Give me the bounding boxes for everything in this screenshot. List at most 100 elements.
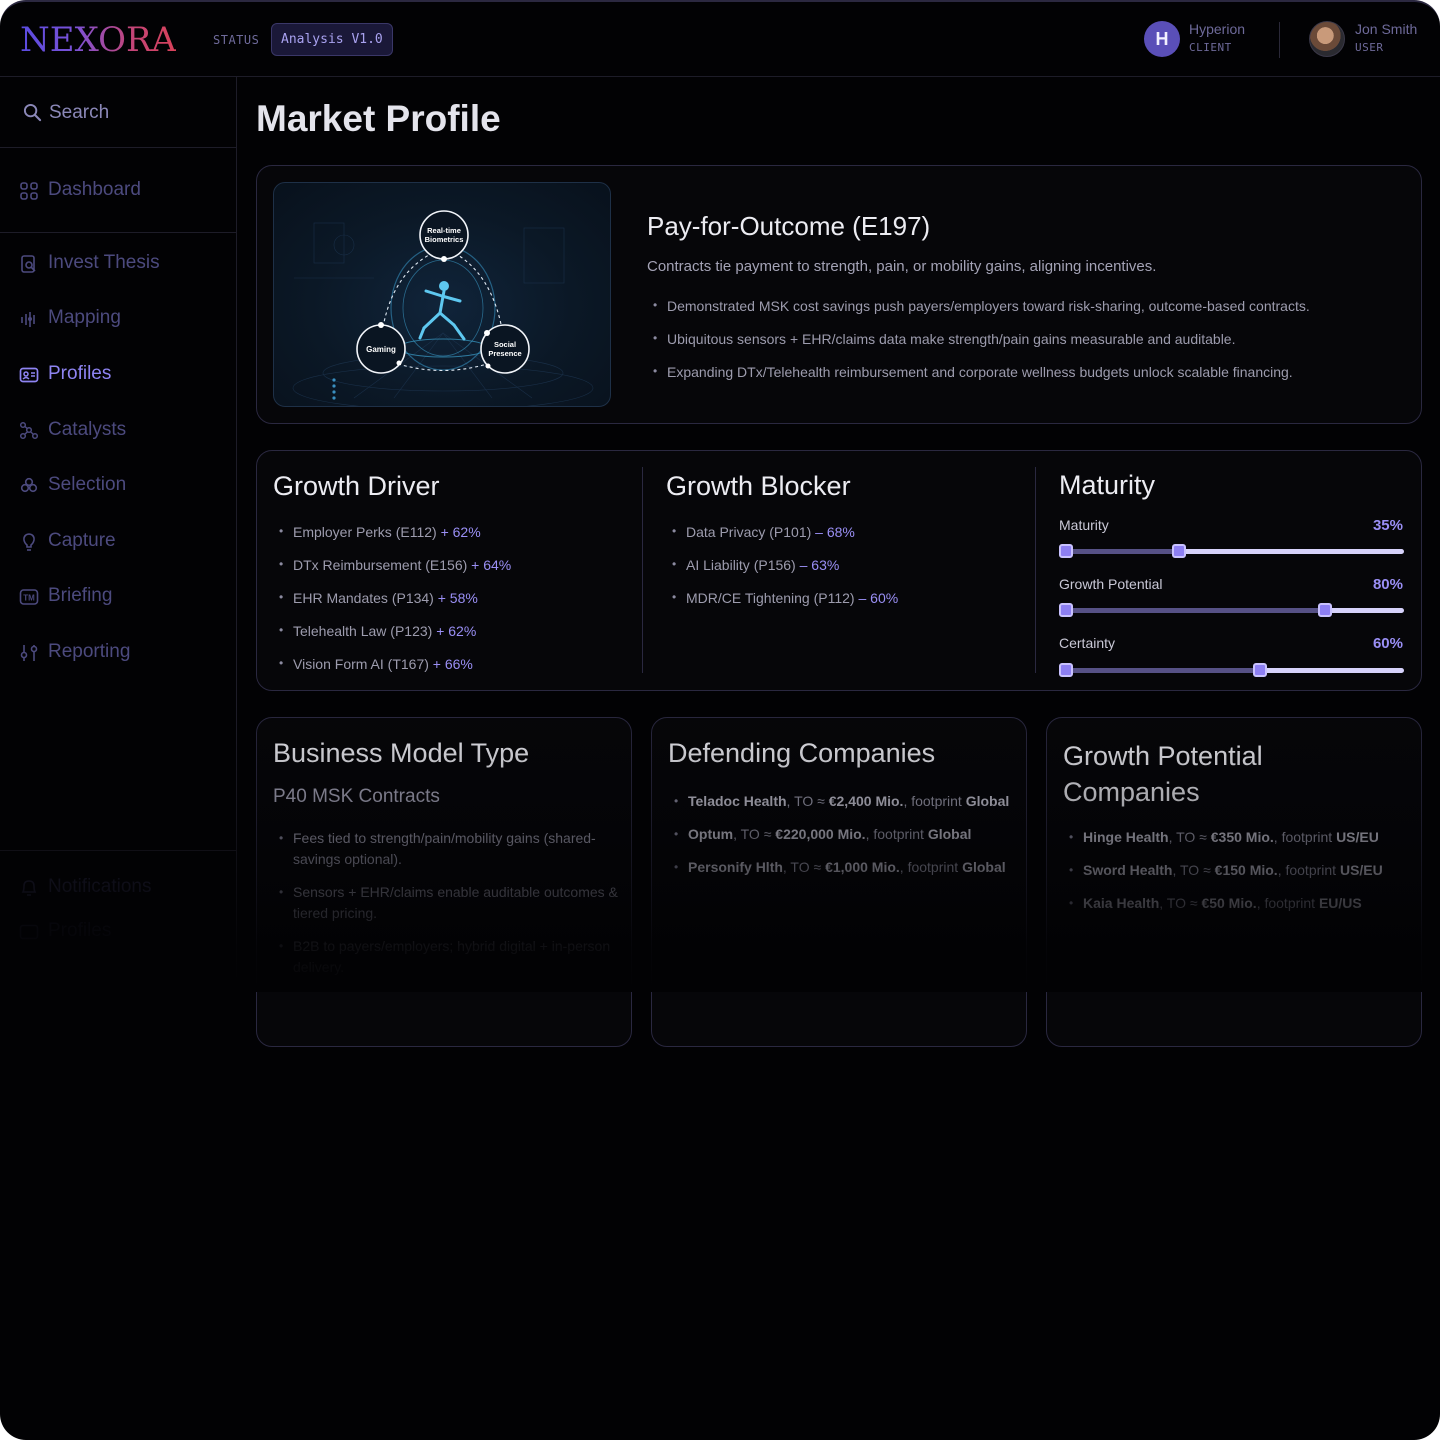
list-item: Personify Hlth, TO ≈ €1,000 Mio., footpr… [668,857,1013,878]
column-divider [642,467,643,673]
sidebar-item-profiles-bottom[interactable]: Profiles [0,912,236,952]
client-name[interactable]: Hyperion [1189,21,1245,37]
growth-potential-slider[interactable] [1059,603,1404,617]
client-avatar[interactable]: H [1144,21,1180,57]
list-item: Hinge Health, TO ≈ €350 Mio., footprint … [1063,827,1408,848]
sidebar-item-label: Reporting [48,641,131,662]
image-label-right: Social [494,340,516,349]
grid-icon [20,182,38,200]
list-item: B2B to payers/employers; hybrid digital … [273,936,618,978]
bell-icon [21,880,37,896]
hero-bullets: Demonstrated MSK cost savings push payer… [647,298,1310,397]
growth-blocker-title: Growth Blocker [666,471,851,501]
slider-fill [1066,549,1179,554]
slider-min-handle[interactable] [1059,544,1073,558]
sidebar-divider [0,850,236,851]
slider-value: 35% [1372,517,1403,534]
svg-text:TM: TM [23,594,35,603]
growth-companies-title: Growth Potential Companies [1063,741,1263,807]
sliders-icon [20,645,38,661]
list-item: Sensors + EHR/claims enable auditable ou… [273,882,618,924]
list-item: Demonstrated MSK cost savings push payer… [647,298,1310,331]
sidebar-item-invest-thesis[interactable]: Invest Thesis [0,244,236,284]
sidebar-item-notifications[interactable]: Notifications [0,868,236,908]
trademark-icon: TM [19,589,39,605]
sidebar-search[interactable]: Search [0,77,236,148]
sidebar-item-label: Briefing [48,585,113,606]
slider-handle[interactable] [1172,544,1186,558]
growth-blocker-list: Data Privacy (P101) – 68% AI Liability (… [666,524,898,623]
list-item: EHR Mandates (P134) + 58% [273,590,511,623]
id-card-icon [19,367,39,383]
slider-handle[interactable] [1253,663,1267,677]
certainty-slider[interactable] [1059,663,1404,677]
lightbulb-icon [23,533,35,551]
sidebar-item-label: Profiles [48,920,112,941]
growth-driver-title: Growth Driver [273,471,440,501]
defending-companies-list: Teladoc Health, TO ≈ €2,400 Mio., footpr… [668,791,1013,890]
slider-fill [1066,608,1325,613]
business-model-list: Fees tied to strength/pain/mobility gain… [273,828,618,990]
column-divider [1035,467,1036,673]
slider-min-handle[interactable] [1059,603,1073,617]
biometrics-diagram-image: Real-time Biometrics Gaming Social Prese… [292,210,594,406]
sidebar-item-selection[interactable]: Selection [0,466,236,506]
molecule-icon [19,421,39,440]
slider-label: Growth Potential [1059,576,1163,592]
image-label-right-2: Presence [488,349,521,358]
list-item: AI Liability (P156) – 63% [666,557,898,590]
user-role: USER [1355,41,1384,54]
list-item: Vision Form AI (T167) + 66% [273,656,511,689]
sidebar-item-label: Invest Thesis [48,252,160,273]
document-search-icon [21,255,36,273]
sidebar-item-profiles[interactable]: Profiles [0,355,236,395]
sidebar-item-label: Catalysts [48,419,127,440]
list-item: Optum, TO ≈ €220,000 Mio., footprint Glo… [668,824,1013,845]
status-badge[interactable]: Analysis V1.0 [271,23,393,56]
maturity-title: Maturity [1059,470,1156,500]
search-icon [23,103,42,122]
sidebar: Search Dashboard Invest Thesis Mapping P… [0,77,237,977]
list-item: Telehealth Law (P123) + 62% [273,623,511,656]
sidebar-item-label: Mapping [48,307,121,328]
list-item: Sword Health, TO ≈ €150 Mio., footprint … [1063,860,1408,881]
slider-min-handle[interactable] [1059,663,1073,677]
sidebar-item-briefing[interactable]: TM Briefing [0,577,236,617]
sidebar-item-catalysts[interactable]: Catalysts [0,411,236,451]
list-item: Kaia Health, TO ≈ €50 Mio., footprint EU… [1063,893,1408,914]
hero-subtitle: Contracts tie payment to strength, pain,… [647,258,1157,275]
slider-handle[interactable] [1318,603,1332,617]
list-item: MDR/CE Tightening (P112) – 60% [666,590,898,623]
list-item: Ubiquitous sensors + EHR/claims data mak… [647,331,1310,364]
slider-label: Maturity [1059,517,1109,533]
slider-value: 80% [1372,576,1403,593]
app-window: NEXORA STATUS Analysis V1.0 H Hyperion C… [0,0,1440,1440]
image-label-top-2: Biometrics [425,235,464,244]
sidebar-item-label: Capture [48,530,116,551]
equalizer-icon [21,312,35,327]
list-item: Fees tied to strength/pain/mobility gain… [273,828,618,870]
maturity-slider[interactable] [1059,544,1404,558]
sidebar-item-dashboard[interactable]: Dashboard [0,171,236,211]
slider-fill [1066,668,1260,673]
user-name[interactable]: Jon Smith [1355,21,1417,37]
sidebar-item-capture[interactable]: Capture [0,522,236,562]
logo[interactable]: NEXORA [20,20,176,60]
hero-title: Pay-for-Outcome (E197) [647,211,931,241]
sidebar-item-label: Profiles [48,363,112,384]
slider-value: 60% [1372,635,1403,652]
sidebar-item-label: Dashboard [48,179,141,200]
growth-companies-list: Hinge Health, TO ≈ €350 Mio., footprint … [1063,827,1408,926]
sidebar-item-label: Notifications [48,876,152,897]
business-model-title: Business Model Type [273,738,530,768]
sidebar-item-mapping[interactable]: Mapping [0,299,236,339]
header-divider [1279,22,1280,58]
stack-icon [20,477,38,493]
client-role: CLIENT [1189,41,1232,54]
list-item: Expanding DTx/Telehealth reimbursement a… [647,364,1310,397]
sidebar-dashboard-group: Dashboard [0,148,236,233]
user-avatar[interactable] [1309,21,1345,57]
list-item: Data Privacy (P101) – 68% [666,524,898,557]
sidebar-item-reporting[interactable]: Reporting [0,633,236,673]
image-label-top: Real-time [427,226,461,235]
